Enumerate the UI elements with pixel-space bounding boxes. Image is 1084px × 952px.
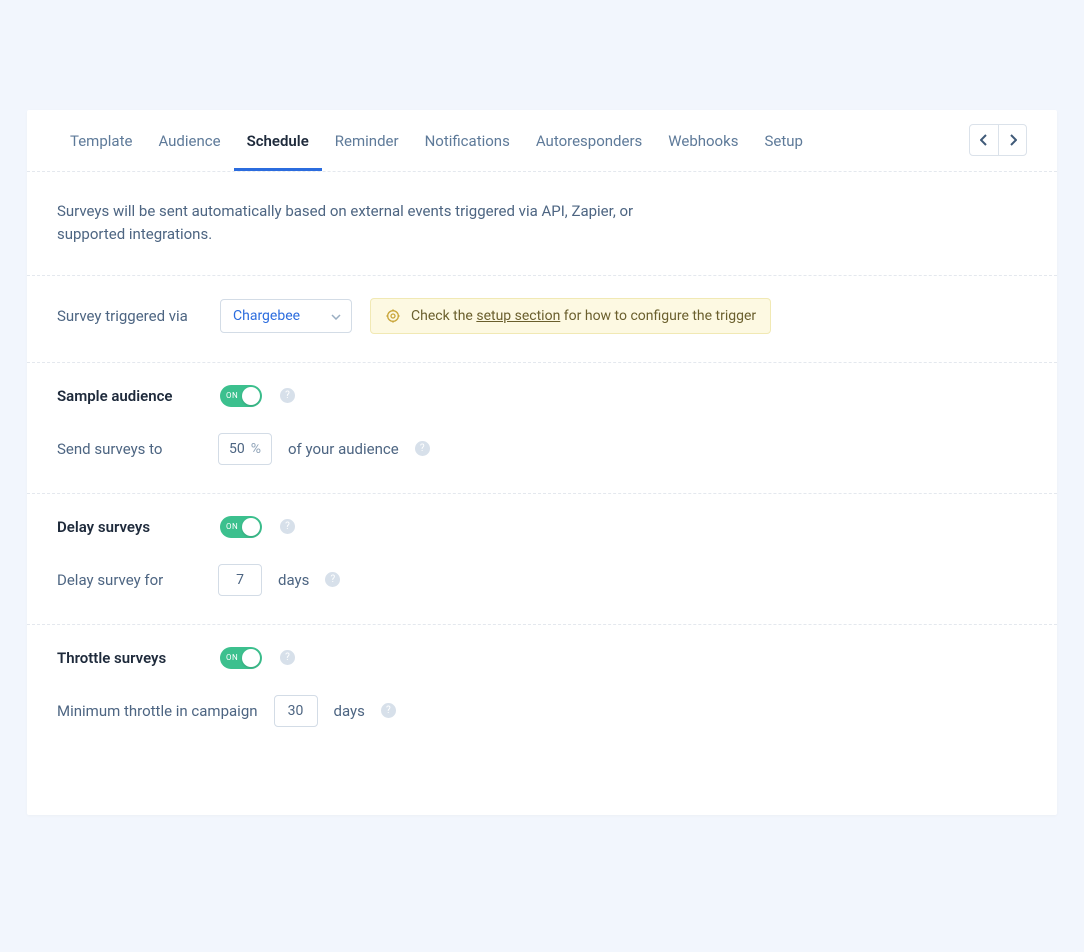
- toggle-on-label: ON: [226, 653, 238, 662]
- throttle-surveys-section: Throttle surveys ON ? Minimum throttle i…: [27, 625, 1057, 755]
- chevron-right-icon: [1009, 131, 1017, 150]
- throttle-days-value: 30: [288, 703, 304, 719]
- delay-surveys-section: Delay surveys ON ? Delay survey for 7 da…: [27, 494, 1057, 625]
- setup-callout: Check the setup section for how to confi…: [370, 298, 771, 334]
- target-icon: [385, 308, 401, 324]
- tab-setup[interactable]: Setup: [751, 110, 815, 171]
- callout-suffix: for how to configure the trigger: [564, 308, 756, 324]
- help-icon[interactable]: ?: [280, 519, 295, 534]
- sample-after-text: of your audience: [288, 440, 399, 458]
- setup-section-link[interactable]: setup section: [476, 308, 560, 324]
- tab-bar: Template Audience Schedule Reminder Noti…: [27, 110, 1057, 172]
- throttle-after-text: days: [334, 702, 365, 720]
- tab-webhooks[interactable]: Webhooks: [655, 110, 751, 171]
- callout-text: Check the setup section for how to confi…: [411, 308, 756, 324]
- chevron-left-icon: [980, 131, 988, 150]
- sample-title: Sample audience: [57, 387, 202, 405]
- percent-unit: %: [251, 441, 261, 457]
- tab-autoresponders[interactable]: Autoresponders: [523, 110, 655, 171]
- help-icon[interactable]: ?: [381, 703, 396, 718]
- tab-template[interactable]: Template: [57, 110, 145, 171]
- throttle-days-input[interactable]: 30: [274, 695, 318, 727]
- tab-nav-arrows: [969, 124, 1027, 156]
- tab-audience[interactable]: Audience: [145, 110, 233, 171]
- throttle-row-label: Minimum throttle in campaign: [57, 702, 258, 720]
- trigger-select-value: Chargebee: [233, 308, 300, 324]
- next-tab-button[interactable]: [998, 125, 1026, 155]
- delay-days-input[interactable]: 7: [218, 564, 262, 596]
- trigger-label: Survey triggered via: [57, 307, 202, 325]
- prev-tab-button[interactable]: [970, 125, 998, 155]
- send-surveys-label: Send surveys to: [57, 440, 202, 458]
- settings-card: Template Audience Schedule Reminder Noti…: [27, 110, 1057, 815]
- callout-prefix: Check the: [411, 308, 473, 324]
- help-icon[interactable]: ?: [280, 388, 295, 403]
- chevron-down-icon: [331, 308, 341, 324]
- intro-section: Surveys will be sent automatically based…: [27, 172, 1057, 276]
- toggle-on-label: ON: [226, 522, 238, 531]
- sample-audience-section: Sample audience ON ? Send surveys to 50 …: [27, 363, 1057, 494]
- delay-after-text: days: [278, 571, 309, 589]
- sample-percent-value: 50: [229, 441, 245, 457]
- sample-toggle[interactable]: ON: [220, 385, 262, 407]
- delay-days-value: 7: [236, 572, 244, 588]
- help-icon[interactable]: ?: [415, 441, 430, 456]
- tab-reminder[interactable]: Reminder: [322, 110, 412, 171]
- tab-schedule[interactable]: Schedule: [234, 110, 322, 171]
- help-icon[interactable]: ?: [280, 650, 295, 665]
- trigger-section: Survey triggered via Chargebee Check the…: [27, 276, 1057, 363]
- throttle-title: Throttle surveys: [57, 649, 202, 667]
- tab-notifications[interactable]: Notifications: [412, 110, 523, 171]
- delay-toggle[interactable]: ON: [220, 516, 262, 538]
- delay-title: Delay surveys: [57, 518, 202, 536]
- help-icon[interactable]: ?: [325, 572, 340, 587]
- throttle-toggle[interactable]: ON: [220, 647, 262, 669]
- delay-row-label: Delay survey for: [57, 571, 202, 589]
- intro-text: Surveys will be sent automatically based…: [57, 200, 697, 247]
- sample-percent-input[interactable]: 50 %: [218, 433, 272, 465]
- toggle-on-label: ON: [226, 391, 238, 400]
- trigger-select[interactable]: Chargebee: [220, 299, 352, 333]
